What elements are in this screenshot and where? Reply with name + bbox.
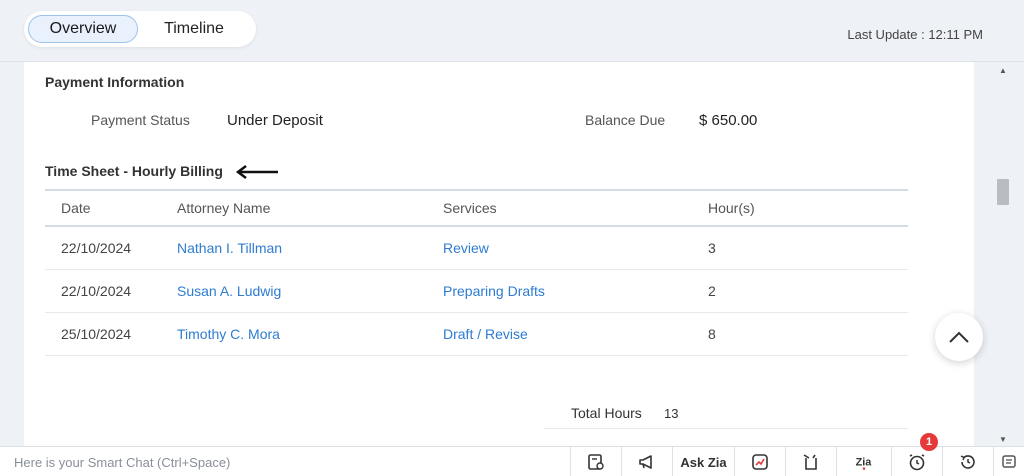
column-header-hours: Hour(s) bbox=[708, 200, 755, 216]
scrollbar-thumb[interactable] bbox=[997, 179, 1009, 205]
chevron-up-icon bbox=[949, 331, 969, 343]
tab-overview[interactable]: Overview bbox=[28, 15, 138, 43]
top-bar: Overview Timeline Last Update : 12:11 PM bbox=[0, 0, 1024, 62]
history-icon bbox=[960, 455, 975, 469]
table-row: 22/10/2024 Susan A. Ludwig Preparing Dra… bbox=[45, 269, 908, 313]
attorney-link[interactable]: Nathan I. Tillman bbox=[161, 226, 427, 270]
payment-status-label: Payment Status bbox=[91, 112, 190, 128]
attorney-link[interactable]: Timothy C. Mora bbox=[161, 312, 427, 356]
row-date: 22/10/2024 bbox=[45, 269, 161, 313]
column-header-services: Services bbox=[443, 200, 497, 216]
row-hours: 2 bbox=[692, 269, 908, 313]
history-button[interactable] bbox=[942, 447, 993, 476]
table-row: 25/10/2024 Timothy C. Mora Draft / Revis… bbox=[45, 312, 908, 356]
balance-due-value: $ 650.00 bbox=[699, 112, 758, 129]
arrow-left-icon bbox=[235, 165, 278, 179]
total-hours-label: Total Hours bbox=[571, 405, 642, 421]
balance-due-label: Balance Due bbox=[585, 112, 666, 128]
service-link[interactable]: Review bbox=[427, 226, 692, 270]
announcement-button[interactable] bbox=[621, 447, 672, 476]
row-hours: 3 bbox=[692, 226, 908, 270]
last-update-text: Last Update : 12:11 PM bbox=[847, 27, 983, 42]
row-date: 25/10/2024 bbox=[45, 312, 161, 356]
gallery-button[interactable] bbox=[570, 447, 621, 476]
tab-timeline[interactable]: Timeline bbox=[144, 15, 244, 43]
payment-status-value: Under Deposit bbox=[227, 112, 323, 129]
total-hours-value: 13 bbox=[664, 406, 679, 421]
megaphone-icon bbox=[639, 455, 652, 469]
service-link[interactable]: Draft / Revise bbox=[427, 312, 692, 356]
vertical-scrollbar[interactable]: ▲ ▼ bbox=[996, 62, 1010, 446]
chart-icon bbox=[752, 454, 768, 470]
svg-text:Zia: Zia bbox=[856, 456, 873, 468]
clipboard-button[interactable] bbox=[785, 447, 836, 476]
chat-button[interactable] bbox=[993, 447, 1024, 476]
scroll-up-arrow-icon[interactable]: ▲ bbox=[999, 66, 1007, 75]
row-date: 22/10/2024 bbox=[45, 226, 161, 270]
table-row: 22/10/2024 Nathan I. Tillman Review 3 bbox=[45, 226, 908, 270]
notification-badge: 1 bbox=[920, 433, 938, 451]
analytics-button[interactable] bbox=[734, 447, 785, 476]
zia-button[interactable]: Zia bbox=[836, 447, 891, 476]
smart-chat-input[interactable]: Here is your Smart Chat (Ctrl+Space) bbox=[14, 455, 230, 470]
view-tabs: Overview Timeline bbox=[24, 11, 256, 47]
reminder-button[interactable] bbox=[891, 447, 942, 476]
timesheet-table: Date Attorney Name Services Hour(s) 22/1… bbox=[45, 189, 908, 356]
chat-icon bbox=[1002, 455, 1016, 468]
record-detail-panel: Payment Information Payment Status Under… bbox=[24, 62, 974, 446]
ask-zia-button[interactable]: Ask Zia bbox=[672, 447, 734, 476]
scroll-to-top-button[interactable] bbox=[935, 313, 983, 361]
alarm-icon bbox=[909, 454, 925, 471]
clipboard-icon bbox=[803, 454, 817, 470]
table-header-row: Date Attorney Name Services Hour(s) bbox=[45, 190, 908, 226]
scroll-down-arrow-icon[interactable]: ▼ bbox=[999, 435, 1007, 444]
row-hours: 8 bbox=[692, 312, 908, 356]
zia-icon: Zia bbox=[856, 456, 873, 470]
payment-section-title: Payment Information bbox=[45, 74, 185, 90]
column-header-date: Date bbox=[61, 200, 91, 216]
service-link[interactable]: Preparing Drafts bbox=[427, 269, 692, 313]
divider bbox=[544, 428, 908, 429]
gallery-icon bbox=[588, 454, 604, 470]
column-header-attorney: Attorney Name bbox=[177, 200, 271, 216]
bottom-toolbar: Here is your Smart Chat (Ctrl+Space) Ask… bbox=[0, 446, 1024, 476]
timesheet-section-title: Time Sheet - Hourly Billing bbox=[45, 163, 223, 179]
attorney-link[interactable]: Susan A. Ludwig bbox=[161, 269, 427, 313]
